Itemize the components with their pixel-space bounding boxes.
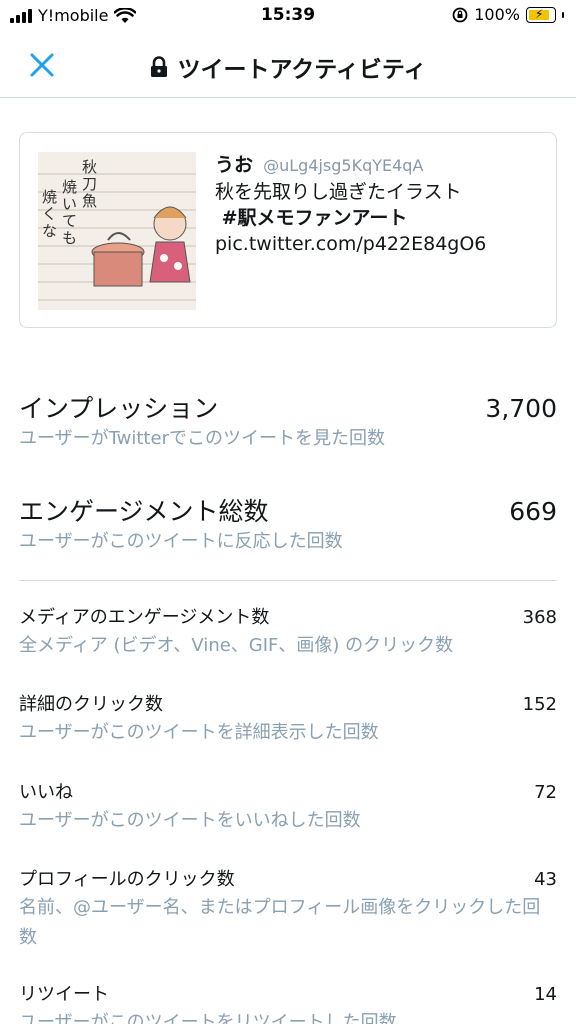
metric-engagements: エンゲージメント総数 669 ユーザーがこのツイートに反応した回数 xyxy=(19,495,557,555)
tweet-link[interactable]: pic.twitter.com/p422E84gO6 xyxy=(215,231,544,257)
tweet-card[interactable]: 秋刀魚 焼いても 焼くな うお @uLg4jsg5KqYE4qA 秋を先取りし過… xyxy=(19,132,557,328)
tweet-body: うお @uLg4jsg5KqYE4qA 秋を先取りし過ぎたイラスト #駅メモファ… xyxy=(215,152,544,257)
metric-value: 3,700 xyxy=(485,394,557,423)
metric-detail-expands: 詳細のクリック数 152 ユーザーがこのツイートを詳細表示した回数 xyxy=(19,692,557,748)
metric-description: 名前、@ユーザー名、またはプロフィール画像をクリックした回数 xyxy=(19,897,541,948)
svg-text:焼: 焼 xyxy=(62,178,77,196)
svg-text:焼: 焼 xyxy=(42,188,57,206)
metric-profile-clicks: プロフィールのクリック数 43 名前、@ユーザー名、またはプロフィール画像をクリ… xyxy=(19,867,557,953)
rotation-lock-icon xyxy=(452,7,468,22)
battery-nub xyxy=(562,11,564,18)
metric-description: 全メディア (ビデオ、Vine、GIF、画像) のクリック数 xyxy=(19,635,454,656)
svg-text:秋: 秋 xyxy=(82,158,97,176)
svg-text:く: く xyxy=(42,205,57,223)
metric-value: 43 xyxy=(534,869,557,890)
illustration-image: 秋刀魚 焼いても 焼くな xyxy=(38,152,196,310)
page-title: ツイートアクティビティ xyxy=(0,50,576,84)
svg-text:な: な xyxy=(42,222,57,240)
metric-value: 14 xyxy=(534,984,557,1005)
metric-label: エンゲージメント総数 xyxy=(19,497,269,526)
lock-icon xyxy=(151,56,168,77)
metric-description: ユーザーがこのツイートをリツイートした回数 xyxy=(19,1012,397,1024)
metric-value: 368 xyxy=(522,607,557,628)
svg-text:て: て xyxy=(62,212,77,230)
metric-value: 669 xyxy=(509,497,557,526)
tweet-image-thumbnail[interactable]: 秋刀魚 焼いても 焼くな xyxy=(38,152,196,310)
status-right: 100% ⚡ xyxy=(452,5,564,24)
svg-text:も: も xyxy=(62,229,77,247)
metric-retweets: リツイート 14 ユーザーがこのツイートをリツイートした回数 xyxy=(19,982,557,1024)
battery-charging-icon: ⚡ xyxy=(526,6,556,23)
tweet-author-handle: @uLg4jsg5KqYE4qA xyxy=(263,156,424,175)
metric-label: 詳細のクリック数 xyxy=(19,694,163,715)
metric-description: ユーザーがこのツイートに反応した回数 xyxy=(19,531,343,552)
metric-label: メディアのエンゲージメント数 xyxy=(19,607,270,628)
tweet-hashtag[interactable]: #駅メモファンアート xyxy=(215,205,544,231)
battery-percent: 100% xyxy=(474,5,520,24)
divider xyxy=(19,580,557,581)
metric-media-engagements: メディアのエンゲージメント数 368 全メディア (ビデオ、Vine、GIF、画… xyxy=(19,605,557,661)
tweet-hashtag-text[interactable]: #駅メモファンアート xyxy=(222,207,408,229)
metric-label: いいね xyxy=(19,782,73,803)
metric-description: ユーザーがこのツイートを詳細表示した回数 xyxy=(19,722,379,743)
tweet-author-name: うお xyxy=(215,154,254,176)
metric-label: リツイート xyxy=(19,984,109,1005)
metric-value: 152 xyxy=(522,694,557,715)
tweet-author: うお @uLg4jsg5KqYE4qA xyxy=(215,152,544,179)
metric-value: 72 xyxy=(534,782,557,803)
svg-text:刀: 刀 xyxy=(82,175,97,193)
svg-text:い: い xyxy=(62,195,77,213)
header: ツイートアクティビティ xyxy=(0,34,576,98)
metric-likes: いいね 72 ユーザーがこのツイートをいいねした回数 xyxy=(19,780,557,836)
svg-text:魚: 魚 xyxy=(82,192,97,210)
metric-description: ユーザーがTwitterでこのツイートを見た回数 xyxy=(19,428,385,449)
page-title-text: ツイートアクティビティ xyxy=(177,57,427,83)
status-bar: Y!mobile 15:39 100% ⚡ xyxy=(0,0,576,34)
metric-label: プロフィールのクリック数 xyxy=(19,869,235,890)
metric-impressions: インプレッション 3,700 ユーザーがTwitterでこのツイートを見た回数 xyxy=(19,392,557,452)
metric-description: ユーザーがこのツイートをいいねした回数 xyxy=(19,810,361,831)
tweet-text: 秋を先取りし過ぎたイラスト xyxy=(215,181,462,203)
metric-label: インプレッション xyxy=(19,394,219,423)
